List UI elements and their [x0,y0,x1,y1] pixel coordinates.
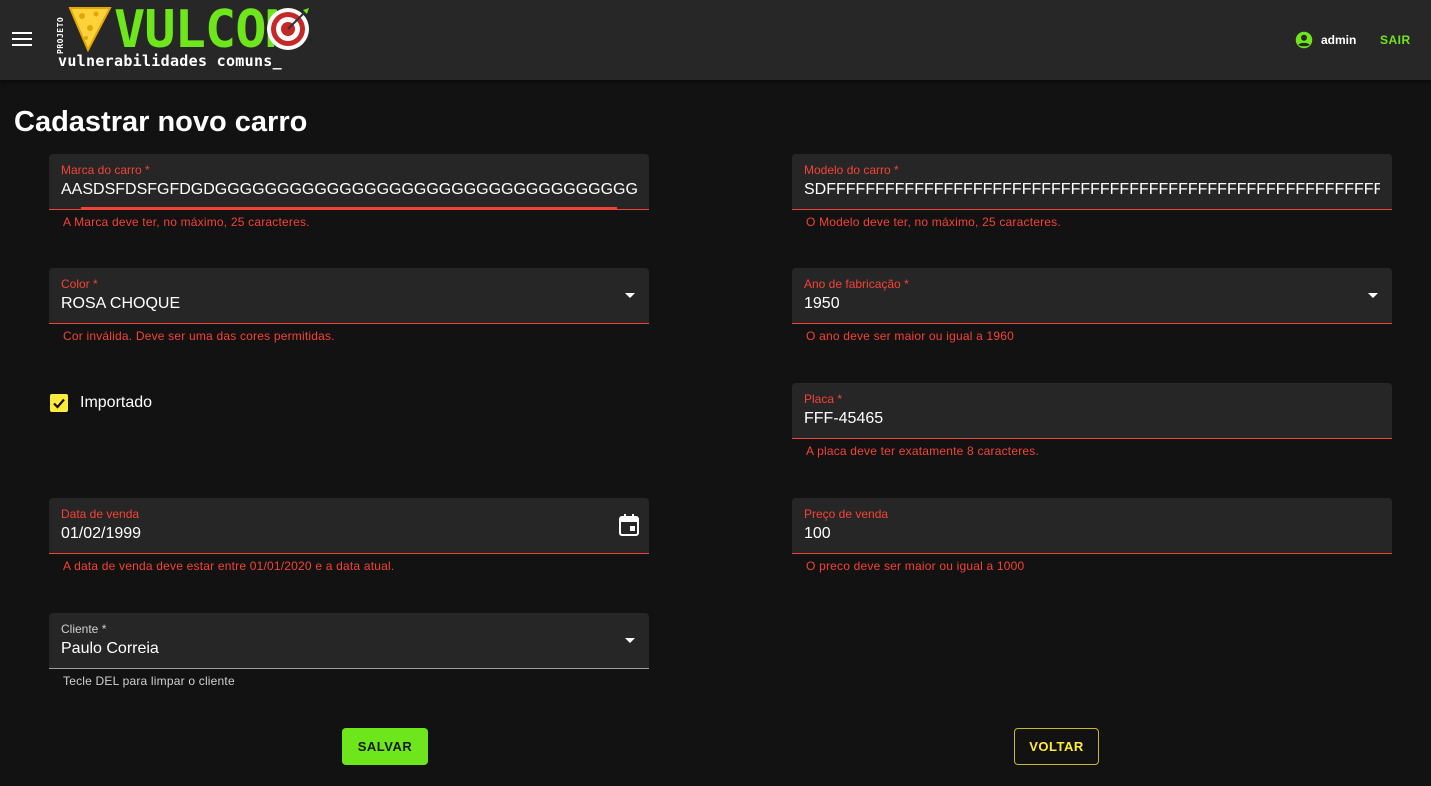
marca-error: A Marca deve ter, no máximo, 25 caracter… [63,215,310,229]
cliente-select[interactable]: Cliente * Paulo Correia [49,613,649,669]
app-bar: PROJETO VULCOM vulnerabilidades comuns_ … [0,0,1431,80]
checkbox-box[interactable] [50,394,68,412]
marca-field[interactable]: Marca do carro * AASDSFDSFGFDGDGGGGGGGGG… [49,154,649,210]
modelo-label: Modelo do carro * [804,163,899,177]
arrow-drop-down-icon[interactable] [625,293,635,298]
cheese-icon [68,7,112,52]
calendar-icon[interactable] [619,514,639,536]
importado-checkbox[interactable]: Importado [50,394,152,412]
cliente-label: Cliente * [61,622,107,636]
account-circle-icon [1295,31,1313,49]
marca-label: Marca do carro * [61,163,150,177]
preco-field[interactable]: Preço de venda 100 [792,498,1392,554]
ano-select[interactable]: Ano de fabricação * 1950 [792,268,1392,324]
arrow-drop-down-icon[interactable] [625,638,635,643]
logo: PROJETO VULCOM vulnerabilidades comuns_ [56,4,366,70]
cliente-hint: Tecle DEL para limpar o cliente [63,674,235,688]
ano-error: O ano deve ser maior ou igual a 1960 [806,329,1014,343]
placa-label: Placa * [804,392,843,406]
user-info: admin [1295,31,1356,49]
user-name: admin [1321,33,1357,47]
placa-input[interactable]: FFF-45465 [804,410,1380,428]
cor-error: Cor inválida. Deve ser uma das cores per… [63,329,335,343]
cor-select[interactable]: Color * ROSA CHOQUE [49,268,649,324]
page-title: Cadastrar novo carro [14,106,308,138]
marca-input[interactable]: AASDSFDSFGFDGDGGGGGGGGGGGGGGGGGGGGGGGGGG… [61,181,637,199]
ano-label: Ano de fabricação * [804,277,909,291]
ano-value: 1950 [804,295,840,312]
logout-button[interactable]: SAIR [1380,33,1411,47]
placa-error: A placa deve ter exatamente 8 caracteres… [806,444,1039,458]
menu-icon[interactable] [12,32,32,48]
data-venda-label: Data de venda [61,507,140,521]
data-venda-input[interactable]: 01/02/1999 [61,525,637,543]
data-venda-field[interactable]: Data de venda 01/02/1999 [49,498,649,554]
logo-subtitle: vulnerabilidades comuns_ [58,52,282,70]
importado-label: Importado [80,394,153,411]
placa-field[interactable]: Placa * FFF-45465 [792,383,1392,439]
modelo-error: O Modelo deve ter, no máximo, 25 caracte… [806,215,1061,229]
back-button[interactable]: VOLTAR [1014,728,1099,765]
focus-underline [81,207,617,209]
modelo-input[interactable]: SDFFFFFFFFFFFFFFFFFFFFFFFFFFFFFFFFFFFFFF… [804,181,1380,199]
arrow-drop-down-icon[interactable] [1368,293,1378,298]
data-venda-error: A data de venda deve estar entre 01/01/2… [63,559,395,573]
preco-error: O preco deve ser maior ou igual a 1000 [806,559,1025,573]
target-icon [267,8,309,50]
cor-value: ROSA CHOQUE [61,295,181,312]
save-button[interactable]: SALVAR [342,728,428,765]
preco-label: Preço de venda [804,507,889,521]
check-icon [53,398,65,409]
preco-input[interactable]: 100 [804,525,1380,543]
cor-label: Color * [61,277,98,291]
cliente-value: Paulo Correia [61,640,159,657]
modelo-field[interactable]: Modelo do carro * SDFFFFFFFFFFFFFFFFFFFF… [792,154,1392,210]
